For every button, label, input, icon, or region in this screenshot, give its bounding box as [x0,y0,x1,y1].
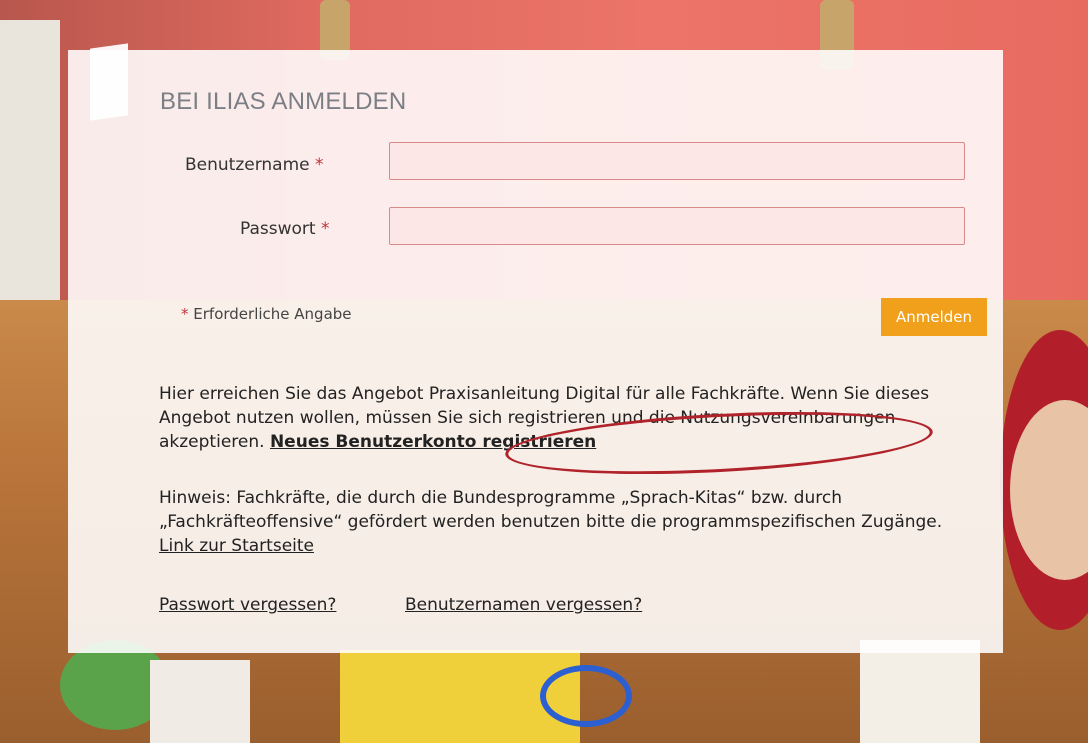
required-note: * Erforderliche Angabe [181,305,352,323]
required-marker: * [315,155,324,175]
required-marker: * [181,305,189,323]
forgot-password-link[interactable]: Passwort vergessen? [159,595,336,615]
username-field[interactable] [389,142,965,180]
background-paper [0,20,60,300]
startpage-link[interactable]: Link zur Startseite [159,536,314,556]
logo-corner [90,43,128,121]
password-field[interactable] [389,207,965,245]
password-label: Passwort * [240,219,330,239]
login-panel [68,50,1003,653]
hint-text: Hinweis: Fachkräfte, die durch die Bunde… [159,488,943,532]
required-marker: * [321,219,330,239]
page-title: BEI ILIAS ANMELDEN [160,88,407,115]
username-label: Benutzername * [185,155,324,175]
background-paper [860,640,980,743]
background-paper [150,660,250,743]
hint-paragraph: Hinweis: Fachkräfte, die durch die Bunde… [159,486,979,558]
login-button[interactable]: Anmelden [881,298,987,336]
forgot-username-link[interactable]: Benutzernamen vergessen? [405,595,642,615]
background-scissors [540,665,632,727]
